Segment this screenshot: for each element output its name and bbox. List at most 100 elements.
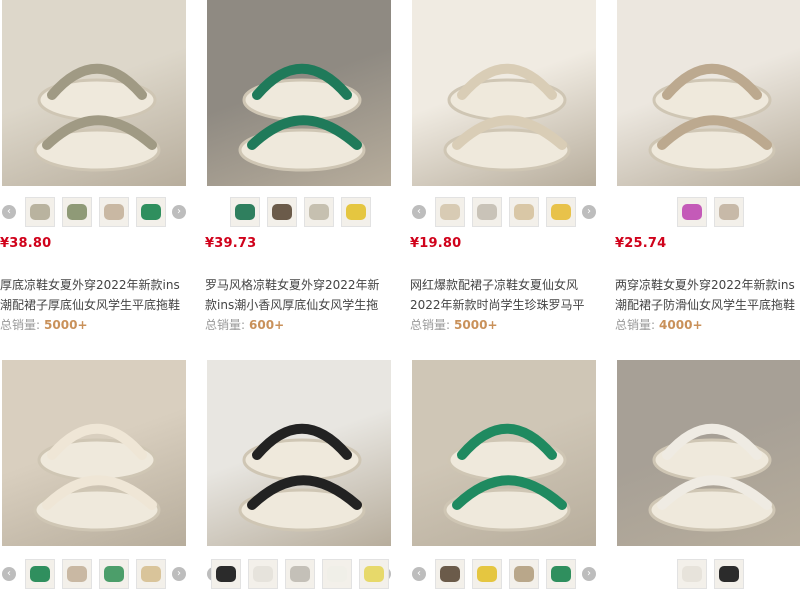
thumbnail-prev-arrow-icon[interactable]: ‹ [412,567,426,581]
product-title-line[interactable]: 潮配裙子防滑仙女风学生平底拖鞋 [615,295,800,315]
product-main-image[interactable] [412,360,596,546]
thumbnail-image[interactable] [546,197,576,227]
thumbnail-image[interactable] [359,559,389,589]
thumbnail-next-arrow-icon[interactable]: › [582,205,596,219]
product-title-line[interactable]: 厚底凉鞋女夏外穿2022年新款ins [0,275,190,295]
thumbnail-swatch [682,566,702,582]
thumbnail-swatch [141,566,161,582]
thumbnail-image[interactable] [322,559,352,589]
thumbnail-next-arrow-icon[interactable]: › [172,205,186,219]
thumbnail-image[interactable] [472,197,502,227]
sales-count: 600+ [249,318,285,332]
sandal-photo [238,423,366,532]
thumbnail-swatch [514,204,534,220]
thumbnail-image[interactable] [714,197,744,227]
product-price: ¥39.73 [205,236,257,251]
thumbnail-strip: ‹ › [410,559,600,589]
thumbnail-swatch [514,566,534,582]
thumbnail-swatch [477,566,497,582]
thumbnail-swatch [216,566,236,582]
product-main-image[interactable] [617,360,800,546]
thumbnail-strip [615,559,800,589]
product-main-image[interactable] [2,360,186,546]
thumbnail-swatch [440,204,460,220]
thumbnail-swatch [67,204,87,220]
thumbnail-image[interactable] [714,559,744,589]
product-main-image[interactable] [2,0,186,186]
thumbnail-swatch [30,566,50,582]
sandal-photo [443,63,571,172]
thumbnail-image[interactable] [25,197,55,227]
product-main-image[interactable] [207,0,391,186]
thumbnail-swatch [235,204,255,220]
product-title-line[interactable]: 罗马风格凉鞋女夏外穿2022年新 [205,275,395,295]
thumbnail-image[interactable] [99,559,129,589]
thumbnail-prev-arrow-icon[interactable]: ‹ [412,205,426,219]
thumbnail-image[interactable] [267,197,297,227]
thumbnail-image[interactable] [25,559,55,589]
thumbnail-swatch [104,566,124,582]
product-title[interactable]: 网红爆款配裙子凉鞋女夏仙女风 2022年新款时尚学生珍珠罗马平 [410,275,600,315]
thumbnail-swatch [551,204,571,220]
sales-label: 总销量: [205,318,246,332]
thumbnail-swatch [309,204,329,220]
thumbnail-swatch [290,566,310,582]
product-title-line[interactable]: 网红爆款配裙子凉鞋女夏仙女风 [410,275,600,295]
product-title-line[interactable]: 潮配裙子厚底仙女风学生平底拖鞋 [0,295,190,315]
product-main-image[interactable] [412,0,596,186]
product-main-image[interactable] [207,360,391,546]
thumbnail-image[interactable] [230,197,260,227]
product-main-image[interactable] [617,0,800,186]
thumbnail-next-arrow-icon[interactable]: › [582,567,596,581]
sales-count: 5000+ [44,318,88,332]
thumbnail-strip: ‹ › [205,559,395,589]
thumbnail-swatch [364,566,384,582]
product-title[interactable]: 厚底凉鞋女夏外穿2022年新款ins 潮配裙子厚底仙女风学生平底拖鞋 [0,275,190,315]
thumbnail-strip [205,197,395,227]
product-title-line[interactable]: 款ins潮小香风厚底仙女风学生拖 [205,295,395,315]
product-title[interactable]: 两穿凉鞋女夏外穿2022年新款ins 潮配裙子防滑仙女风学生平底拖鞋 [615,275,800,315]
thumbnail-image[interactable] [304,197,334,227]
sales-volume: 总销量: 600+ [205,316,284,333]
product-title-line[interactable]: 两穿凉鞋女夏外穿2022年新款ins [615,275,800,295]
thumbnail-image[interactable] [677,559,707,589]
thumbnail-swatch [141,204,161,220]
thumbnail-image[interactable] [509,559,539,589]
thumbnail-image[interactable] [509,197,539,227]
sales-label: 总销量: [615,318,656,332]
sandal-photo [33,63,161,172]
thumbnail-image[interactable] [435,197,465,227]
thumbnail-prev-arrow-icon[interactable]: ‹ [2,567,16,581]
thumbnail-image[interactable] [62,559,92,589]
thumbnail-swatch [327,566,347,582]
thumbnail-image[interactable] [136,197,166,227]
thumbnail-image[interactable] [285,559,315,589]
thumbnail-image[interactable] [62,197,92,227]
thumbnail-image[interactable] [248,559,278,589]
sandal-photo [443,423,571,532]
thumbnail-image[interactable] [435,559,465,589]
thumbnail-swatch [253,566,273,582]
thumbnail-next-arrow-icon[interactable]: › [172,567,186,581]
thumbnail-image[interactable] [677,197,707,227]
thumbnail-prev-arrow-icon[interactable]: ‹ [2,205,16,219]
thumbnail-image[interactable] [211,559,241,589]
product-title-line[interactable]: 2022年新款时尚学生珍珠罗马平 [410,295,600,315]
sandal-photo [238,63,366,172]
thumbnail-swatch [477,204,497,220]
thumbnail-swatch [551,566,571,582]
thumbnail-swatch [104,204,124,220]
thumbnail-swatch [30,204,50,220]
sandal-photo [33,423,161,532]
thumbnail-image[interactable] [546,559,576,589]
product-title[interactable]: 罗马风格凉鞋女夏外穿2022年新 款ins潮小香风厚底仙女风学生拖 [205,275,395,315]
thumbnail-image[interactable] [136,559,166,589]
thumbnail-image[interactable] [99,197,129,227]
thumbnail-swatch [346,204,366,220]
thumbnail-image[interactable] [341,197,371,227]
thumbnail-strip: ‹ › [0,559,190,589]
thumbnail-image[interactable] [472,559,502,589]
sales-label: 总销量: [410,318,451,332]
sales-label: 总销量: [0,318,41,332]
thumbnail-swatch [682,204,702,220]
